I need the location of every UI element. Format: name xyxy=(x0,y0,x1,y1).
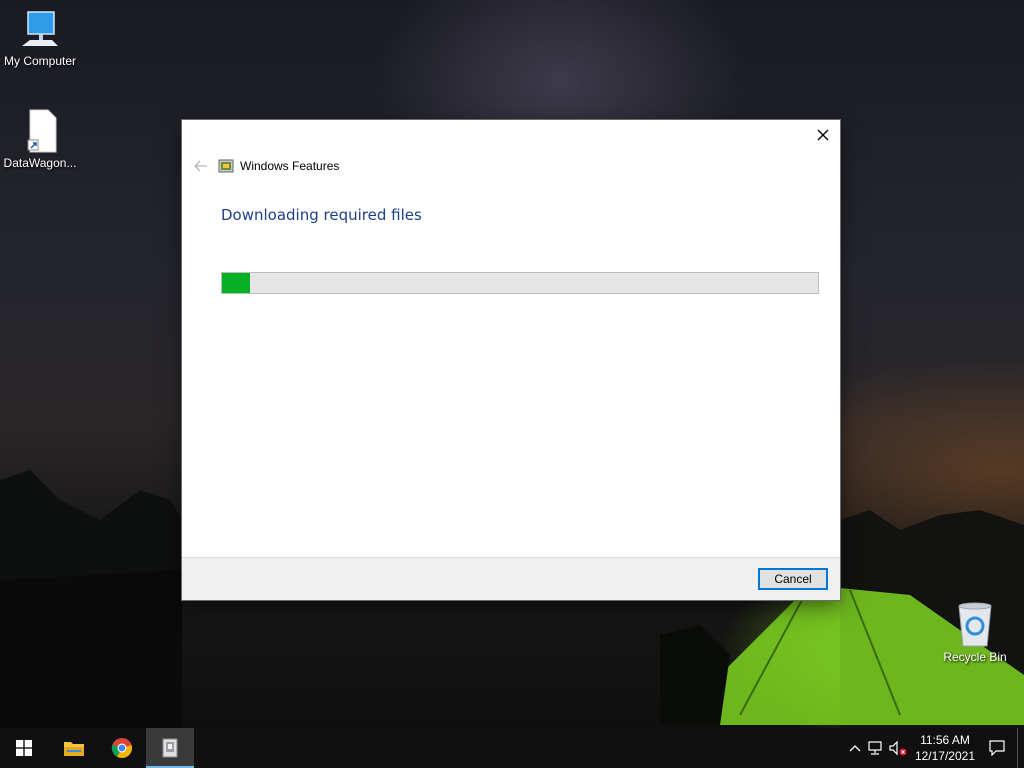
show-desktop-button[interactable] xyxy=(1017,728,1024,768)
clock-time: 11:56 AM xyxy=(920,733,970,747)
taskbar-chrome[interactable] xyxy=(98,728,146,768)
chrome-icon xyxy=(111,738,132,759)
dialog-footer: Cancel xyxy=(182,557,840,600)
notification-icon xyxy=(989,740,1005,756)
page-heading: Downloading required files xyxy=(221,206,422,224)
cancel-button[interactable]: Cancel xyxy=(758,568,828,590)
taskbar-windows-features[interactable] xyxy=(146,728,194,768)
start-button[interactable] xyxy=(0,728,48,768)
volume-muted-icon xyxy=(889,740,907,756)
network-icon xyxy=(868,741,882,755)
recycle-bin-icon xyxy=(958,602,992,647)
window-title: Windows Features xyxy=(240,159,340,173)
volume-control[interactable] xyxy=(887,728,909,768)
back-button[interactable] xyxy=(190,156,212,176)
download-progress-bar xyxy=(221,272,819,294)
desktop-icon-label: DataWagon... xyxy=(3,156,77,170)
network-status[interactable] xyxy=(865,728,887,768)
taskbar: 11:56 AM 12/17/2021 xyxy=(0,728,1024,768)
clock-date: 12/17/2021 xyxy=(914,749,975,763)
monitor-icon xyxy=(22,11,58,46)
clock[interactable]: 11:56 AM 12/17/2021 xyxy=(909,728,981,768)
taskbar-file-explorer[interactable] xyxy=(50,728,98,768)
desktop-icon-my-computer[interactable]: My Computer xyxy=(0,10,80,68)
windows-features-icon xyxy=(162,738,178,758)
windows-features-dialog: Windows Features Downloading required fi… xyxy=(182,120,840,600)
close-button[interactable] xyxy=(806,120,840,150)
desktop-icon-datawagon[interactable]: DataWagon... xyxy=(0,108,80,170)
windows-logo-icon xyxy=(16,740,32,756)
close-icon xyxy=(817,129,829,141)
show-hidden-icons-button[interactable] xyxy=(845,728,865,768)
back-arrow-icon xyxy=(194,160,207,172)
windows-features-icon xyxy=(218,159,234,173)
folder-icon xyxy=(64,742,84,756)
desktop-icon-recycle-bin[interactable]: Recycle Bin xyxy=(935,600,1015,664)
progress-fill xyxy=(222,273,250,293)
system-tray: 11:56 AM 12/17/2021 xyxy=(845,728,1024,768)
desktop-icon-label: My Computer xyxy=(3,54,77,68)
chevron-up-icon xyxy=(849,745,861,752)
dialog-header: Windows Features xyxy=(190,156,339,176)
desktop-icon-label: Recycle Bin xyxy=(943,650,1007,664)
file-shortcut-icon xyxy=(27,109,57,153)
action-center-button[interactable] xyxy=(981,728,1013,768)
